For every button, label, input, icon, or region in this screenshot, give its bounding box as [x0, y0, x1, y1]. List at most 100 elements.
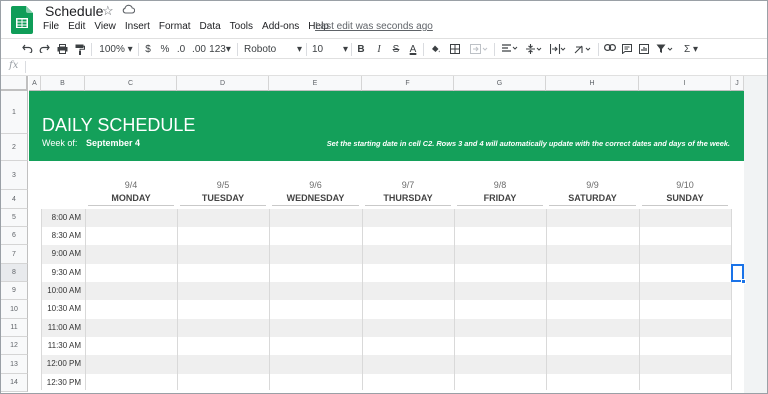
align-left-icon[interactable]: [500, 41, 520, 58]
menu-tools[interactable]: Tools: [230, 21, 253, 35]
row-header-13[interactable]: 13: [1, 355, 28, 374]
row-header-5[interactable]: 5: [1, 209, 28, 227]
schedule-row[interactable]: 11:30 AM: [41, 337, 731, 355]
day-date[interactable]: 9/10: [639, 180, 731, 190]
print-icon[interactable]: [55, 41, 69, 58]
schedule-row[interactable]: 12:30 PM: [41, 374, 731, 392]
row-header-9[interactable]: 9: [1, 282, 28, 300]
strikethrough-button[interactable]: S: [390, 41, 402, 58]
menu-addons[interactable]: Add-ons: [262, 21, 299, 35]
day-date[interactable]: 9/5: [177, 180, 269, 190]
column-header-a[interactable]: A: [29, 76, 41, 91]
bold-button[interactable]: B: [355, 41, 367, 58]
cloud-status-icon[interactable]: [122, 4, 135, 14]
fill-color-icon[interactable]: [428, 41, 442, 58]
day-name[interactable]: FRIDAY: [454, 193, 546, 203]
schedule-banner[interactable]: DAILY SCHEDULE Week of: September 4 Set …: [29, 91, 744, 161]
menu-view[interactable]: View: [94, 21, 116, 35]
vertical-align-icon[interactable]: [524, 41, 544, 58]
currency-format-button[interactable]: $: [143, 41, 153, 58]
row-header-11[interactable]: 11: [1, 319, 28, 337]
day-date[interactable]: 9/8: [454, 180, 546, 190]
row-header-4[interactable]: 4: [1, 190, 28, 209]
schedule-row[interactable]: 12:00 PM: [41, 355, 731, 374]
row-header-1[interactable]: 1: [1, 91, 28, 134]
row-header-8[interactable]: 8: [1, 264, 28, 282]
star-icon[interactable]: ☆: [102, 3, 114, 19]
formula-bar: fx: [1, 59, 767, 76]
column-header-e[interactable]: E: [269, 76, 362, 91]
grid-line: [41, 209, 42, 390]
row-header-10[interactable]: 10: [1, 300, 28, 319]
column-header-d[interactable]: D: [177, 76, 269, 91]
row-header-3[interactable]: 3: [1, 161, 28, 190]
schedule-row[interactable]: 10:30 AM: [41, 300, 731, 319]
schedule-row[interactable]: 9:00 AM: [41, 245, 731, 264]
schedule-row[interactable]: 10:00 AM: [41, 282, 731, 300]
day-underline: [180, 205, 266, 206]
formula-fx-label: fx: [9, 60, 19, 71]
borders-icon[interactable]: [448, 41, 462, 58]
link-icon[interactable]: [603, 41, 617, 58]
text-color-button[interactable]: A: [407, 41, 419, 58]
menu-data[interactable]: Data: [200, 21, 221, 35]
menu-format[interactable]: Format: [159, 21, 191, 35]
font-family-select[interactable]: Roboto ▾: [244, 41, 302, 58]
decrease-decimal-button[interactable]: .0: [174, 41, 188, 58]
row-header-14[interactable]: 14: [1, 374, 28, 392]
day-name[interactable]: MONDAY: [85, 193, 177, 203]
day-date[interactable]: 9/7: [362, 180, 454, 190]
column-header-j[interactable]: J: [731, 76, 744, 91]
column-header-b[interactable]: B: [41, 76, 85, 91]
row-header-6[interactable]: 6: [1, 227, 28, 245]
font-size-select[interactable]: 10 ▾: [312, 41, 348, 58]
schedule-row[interactable]: 11:00 AM: [41, 319, 731, 337]
percent-format-button[interactable]: %: [159, 41, 171, 58]
schedule-row[interactable]: 8:30 AM: [41, 227, 731, 245]
menu-edit[interactable]: Edit: [68, 21, 85, 35]
column-header-h[interactable]: H: [546, 76, 639, 91]
function-icon[interactable]: Σ ▾: [681, 41, 701, 58]
day-name[interactable]: SUNDAY: [639, 193, 731, 203]
fill-handle[interactable]: [741, 279, 746, 284]
chart-icon[interactable]: [637, 41, 651, 58]
wrap-icon[interactable]: [548, 41, 568, 58]
menu-file[interactable]: File: [43, 21, 59, 35]
day-date[interactable]: 9/4: [85, 180, 177, 190]
row-header-12[interactable]: 12: [1, 337, 28, 355]
day-name[interactable]: TUESDAY: [177, 193, 269, 203]
day-date[interactable]: 9/9: [546, 180, 639, 190]
day-name[interactable]: WEDNESDAY: [269, 193, 362, 203]
filter-icon[interactable]: [654, 41, 676, 58]
time-label: 8:30 AM: [51, 231, 81, 240]
row-header-2[interactable]: 2: [1, 134, 28, 161]
column-header-f[interactable]: F: [362, 76, 454, 91]
zoom-select[interactable]: 100% ▾: [97, 41, 135, 58]
sheets-logo-icon[interactable]: [11, 6, 33, 34]
paint-format-icon[interactable]: [73, 41, 87, 58]
formula-input[interactable]: [31, 60, 761, 74]
select-all-corner[interactable]: [1, 76, 28, 91]
schedule-row[interactable]: 9:30 AM: [41, 264, 731, 282]
day-name[interactable]: SATURDAY: [546, 193, 639, 203]
rotate-icon[interactable]: [572, 41, 594, 58]
redo-icon[interactable]: [37, 41, 51, 58]
week-of-date[interactable]: September 4: [86, 138, 140, 148]
column-header-g[interactable]: G: [454, 76, 546, 91]
comment-icon[interactable]: [620, 41, 634, 58]
more-formats-select[interactable]: 123▾: [209, 41, 231, 58]
italic-button[interactable]: I: [373, 41, 385, 58]
undo-icon[interactable]: [20, 41, 34, 58]
row-header-7[interactable]: 7: [1, 245, 28, 264]
column-header-i[interactable]: I: [639, 76, 731, 91]
day-name[interactable]: THURSDAY: [362, 193, 454, 203]
menu-insert[interactable]: Insert: [125, 21, 150, 35]
grid-line: [546, 209, 547, 390]
increase-decimal-button[interactable]: .00: [191, 41, 207, 58]
column-header-c[interactable]: C: [85, 76, 177, 91]
day-date[interactable]: 9/6: [269, 180, 362, 190]
last-edit-link[interactable]: Last edit was seconds ago: [315, 21, 433, 32]
document-title[interactable]: Schedule: [45, 3, 103, 19]
merge-cells-icon[interactable]: [468, 41, 490, 58]
schedule-row[interactable]: 8:00 AM: [41, 209, 731, 227]
